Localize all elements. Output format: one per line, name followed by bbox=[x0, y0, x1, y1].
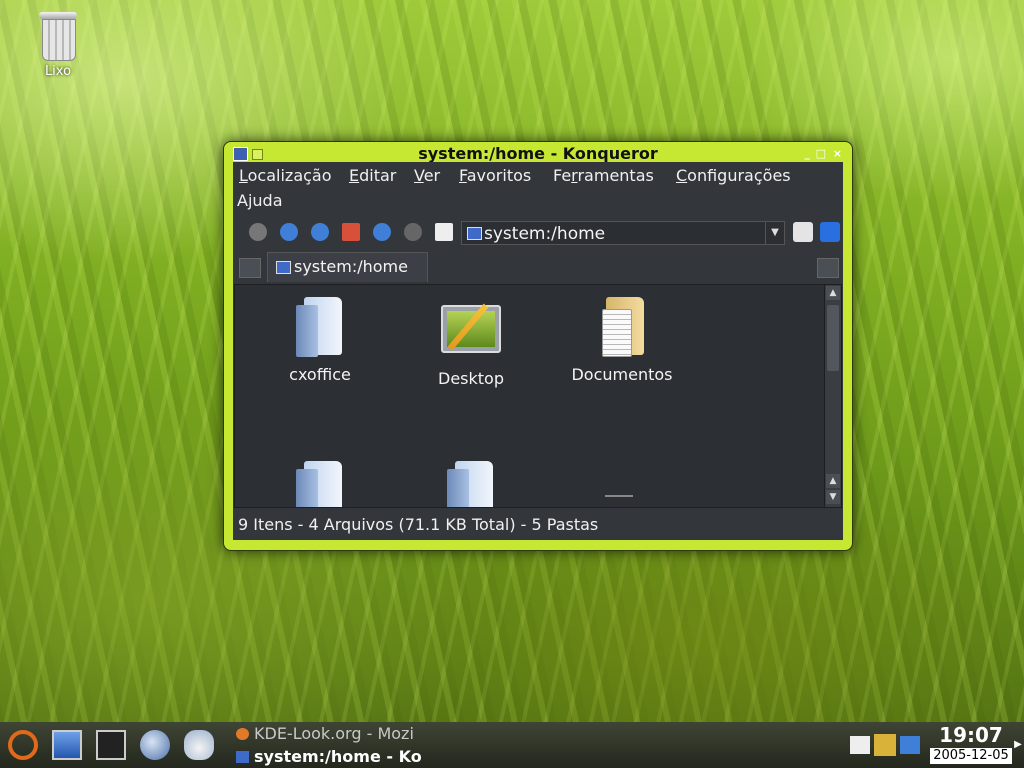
menu-configuracoes[interactable]: Configurações bbox=[676, 166, 791, 185]
forward-icon[interactable] bbox=[280, 223, 298, 241]
new-tab-button[interactable] bbox=[239, 258, 261, 278]
maximize-button[interactable]: □ bbox=[816, 147, 826, 160]
tab-label: system:/home bbox=[294, 257, 408, 276]
reload-icon[interactable] bbox=[373, 223, 391, 241]
trash-icon bbox=[39, 8, 77, 61]
stop-icon[interactable] bbox=[404, 223, 422, 241]
kmenu-icon[interactable] bbox=[8, 730, 38, 760]
konqueror-window: system:/home - Konqueror _ □ × Localizaç… bbox=[223, 141, 853, 551]
file-item-documentos[interactable]: Documentos bbox=[557, 297, 687, 384]
file-item-folder[interactable] bbox=[255, 461, 385, 507]
partial-item-icon bbox=[605, 495, 633, 497]
go-icon[interactable] bbox=[793, 222, 813, 242]
terminal-icon[interactable] bbox=[96, 730, 126, 760]
menubar: Localização Editar Ver Favoritos Ferrame… bbox=[233, 162, 843, 214]
file-label: Documentos bbox=[571, 365, 673, 384]
clock-time: 19:07 bbox=[939, 723, 1003, 747]
scroll-down-icon[interactable]: ▼ bbox=[826, 490, 840, 504]
updates-icon[interactable] bbox=[874, 734, 896, 756]
desktop-icon bbox=[441, 303, 501, 353]
menu-editar[interactable]: Editar bbox=[349, 166, 396, 185]
clipboard-icon[interactable] bbox=[850, 736, 870, 754]
scroll-up-icon[interactable]: ▲ bbox=[826, 286, 840, 300]
status-bar: 9 Itens - 4 Arquivos (71.1 KB Total) - 5… bbox=[238, 515, 599, 534]
system-tray bbox=[850, 734, 922, 758]
clock[interactable]: 19:07 2005-12-05 bbox=[930, 722, 1012, 768]
up-icon[interactable] bbox=[311, 223, 329, 241]
taskbar: KDE-Look.org - Mozi system:/home - Ko bbox=[232, 722, 428, 768]
network-manager-icon[interactable] bbox=[900, 736, 920, 754]
computer-icon bbox=[236, 751, 249, 763]
trash-desktop-icon[interactable]: Lixo bbox=[28, 8, 88, 79]
folder-icon bbox=[296, 461, 344, 507]
scroll-up-icon[interactable]: ▲ bbox=[826, 474, 840, 488]
toolbar: system:/home ▼ bbox=[233, 218, 843, 248]
documents-folder-icon bbox=[598, 297, 646, 357]
firefox-icon bbox=[236, 728, 249, 740]
tabbar: system:/home bbox=[233, 252, 843, 282]
task-kde-look[interactable]: KDE-Look.org - Mozi bbox=[236, 723, 414, 745]
kde-throbber-icon[interactable] bbox=[820, 222, 840, 242]
menu-ajuda[interactable]: Ajuda bbox=[237, 191, 283, 210]
folder-icon bbox=[447, 461, 495, 507]
file-item-folder[interactable] bbox=[406, 461, 536, 507]
computer-icon bbox=[276, 261, 291, 274]
network-icon[interactable] bbox=[184, 730, 214, 760]
browser-icon[interactable] bbox=[140, 730, 170, 760]
computer-icon[interactable] bbox=[52, 730, 82, 760]
task-label: KDE-Look.org - Mozi bbox=[254, 724, 414, 743]
file-label: cxoffice bbox=[289, 365, 351, 384]
scroll-thumb[interactable] bbox=[827, 305, 839, 371]
kde-panel: KDE-Look.org - Mozi system:/home - Ko 19… bbox=[0, 722, 1024, 768]
menu-localizacao[interactable]: Localização bbox=[239, 166, 332, 185]
file-view: cxoffice Desktop Documentos ▲ ▲ ▼ bbox=[234, 284, 842, 508]
computer-icon bbox=[467, 227, 482, 240]
panel-hide-button[interactable]: ▶ bbox=[1012, 722, 1024, 768]
task-label: system:/home - Ko bbox=[254, 747, 422, 766]
tab-system-home[interactable]: system:/home bbox=[267, 252, 428, 282]
window-content: Localização Editar Ver Favoritos Ferrame… bbox=[233, 162, 843, 540]
menu-ver[interactable]: Ver bbox=[414, 166, 440, 185]
clear-location-icon[interactable] bbox=[435, 223, 453, 241]
chevron-down-icon[interactable]: ▼ bbox=[765, 222, 784, 244]
file-label: Desktop bbox=[438, 369, 504, 388]
location-value: system:/home bbox=[484, 224, 606, 244]
minimize-button[interactable]: _ bbox=[805, 147, 811, 160]
file-item-cxoffice[interactable]: cxoffice bbox=[255, 297, 385, 384]
vertical-scrollbar[interactable]: ▲ ▲ ▼ bbox=[824, 285, 841, 507]
window-title: system:/home - Konqueror bbox=[418, 144, 658, 163]
location-field[interactable]: system:/home ▼ bbox=[461, 221, 785, 245]
window-titlebar[interactable]: system:/home - Konqueror _ □ × bbox=[230, 144, 846, 164]
menu-favoritos[interactable]: Favoritos bbox=[459, 166, 531, 185]
menu-ferramentas[interactable]: Ferramentas bbox=[553, 166, 654, 185]
task-konqueror[interactable]: system:/home - Ko bbox=[236, 746, 422, 768]
back-icon[interactable] bbox=[249, 223, 267, 241]
folder-icon bbox=[296, 297, 344, 357]
clock-date: 2005-12-05 bbox=[930, 748, 1012, 764]
home-icon[interactable] bbox=[342, 223, 360, 241]
trash-label: Lixo bbox=[44, 64, 72, 79]
close-button[interactable]: × bbox=[833, 147, 842, 160]
close-tab-button[interactable] bbox=[817, 258, 839, 278]
file-item-desktop[interactable]: Desktop bbox=[406, 297, 536, 388]
